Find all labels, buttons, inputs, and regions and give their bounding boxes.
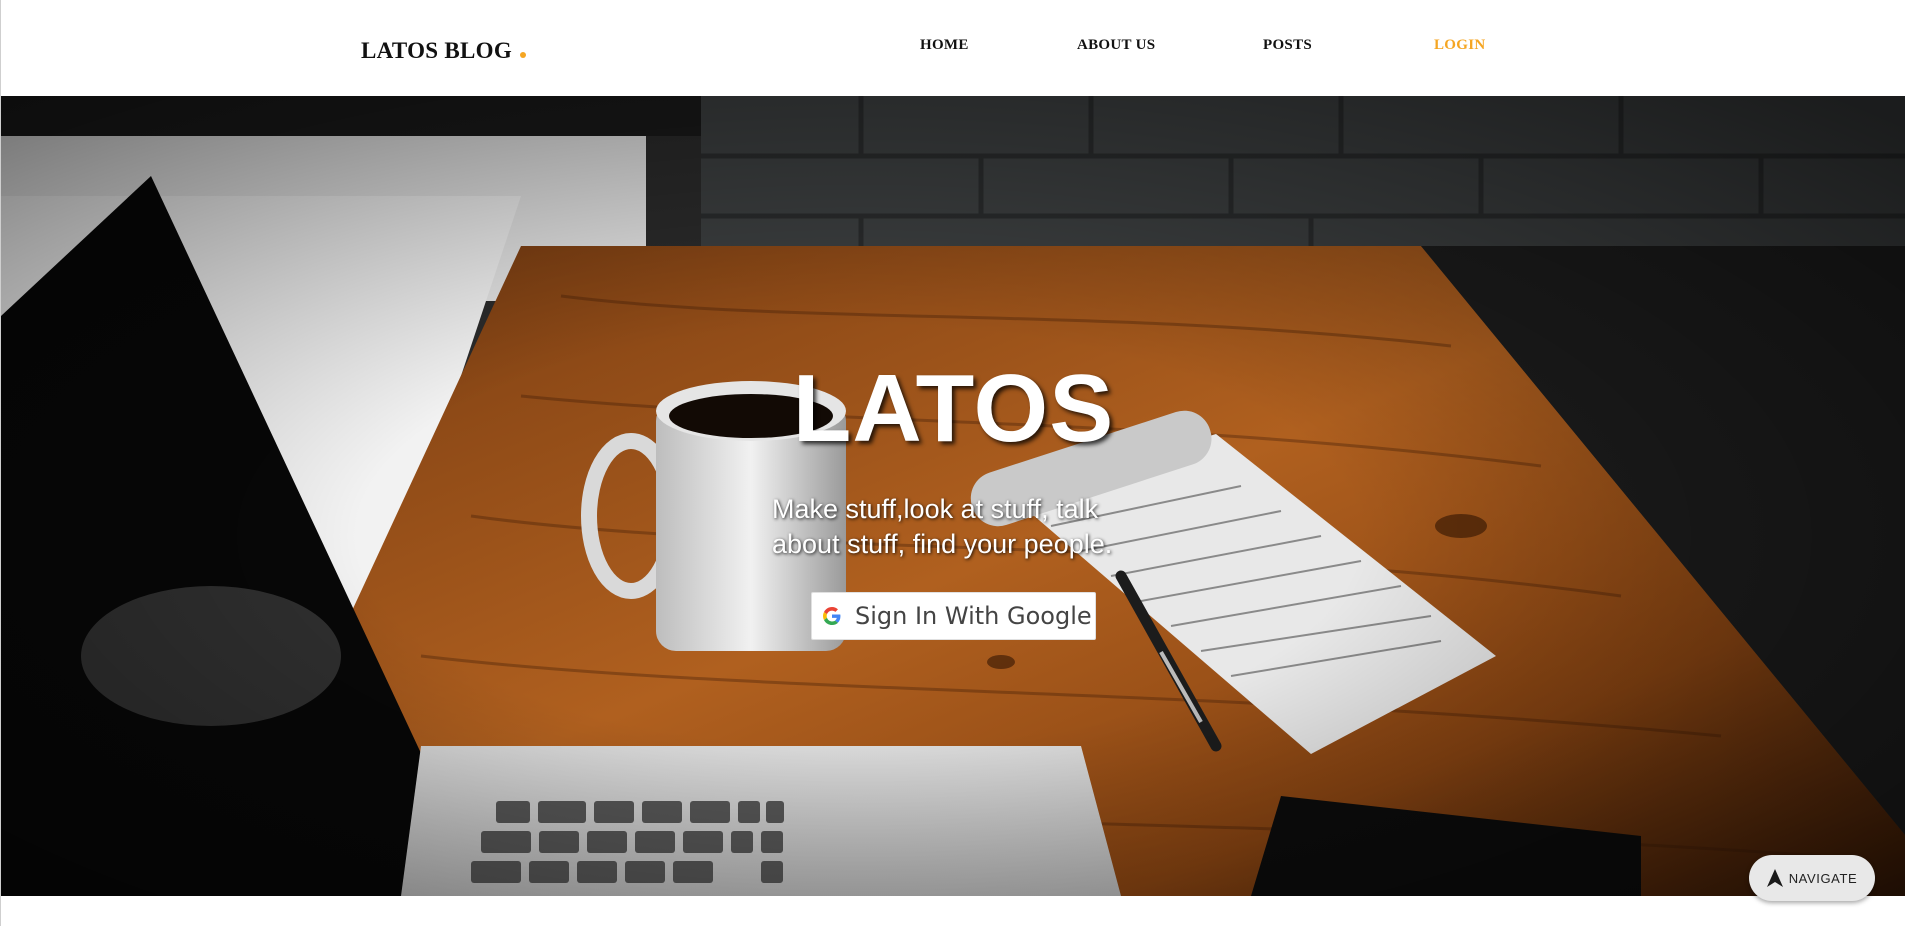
hero-title: LATOS <box>792 355 1115 462</box>
nav-home-link[interactable]: HOME <box>920 37 969 54</box>
navigation-arrow-icon <box>1766 869 1783 887</box>
nav-about-us-link[interactable]: ABOUT US <box>1077 37 1155 54</box>
sign-in-with-google-button[interactable]: Sign In With Google <box>811 592 1096 640</box>
brand-dot-icon <box>520 52 527 58</box>
hero-subtitle: Make stuff,look at stuff, talk about stu… <box>772 494 1113 559</box>
site-header: LATOS BLOG HOME ABOUT US POSTS LOGIN <box>1 0 1905 96</box>
nav-login-link[interactable]: LOGIN <box>1434 37 1486 54</box>
brand-logo[interactable]: LATOS BLOG <box>361 38 527 64</box>
hero-section: LATOS Make stuff,look at stuff, talk abo… <box>1 96 1905 896</box>
google-button-label: Sign In With Google <box>855 602 1092 630</box>
brand-name: LATOS BLOG <box>361 38 513 63</box>
navigate-button[interactable]: NAVIGATE <box>1749 855 1875 901</box>
navigate-button-label: NAVIGATE <box>1788 870 1858 886</box>
google-icon <box>823 607 841 625</box>
nav-posts-link[interactable]: POSTS <box>1263 37 1312 54</box>
